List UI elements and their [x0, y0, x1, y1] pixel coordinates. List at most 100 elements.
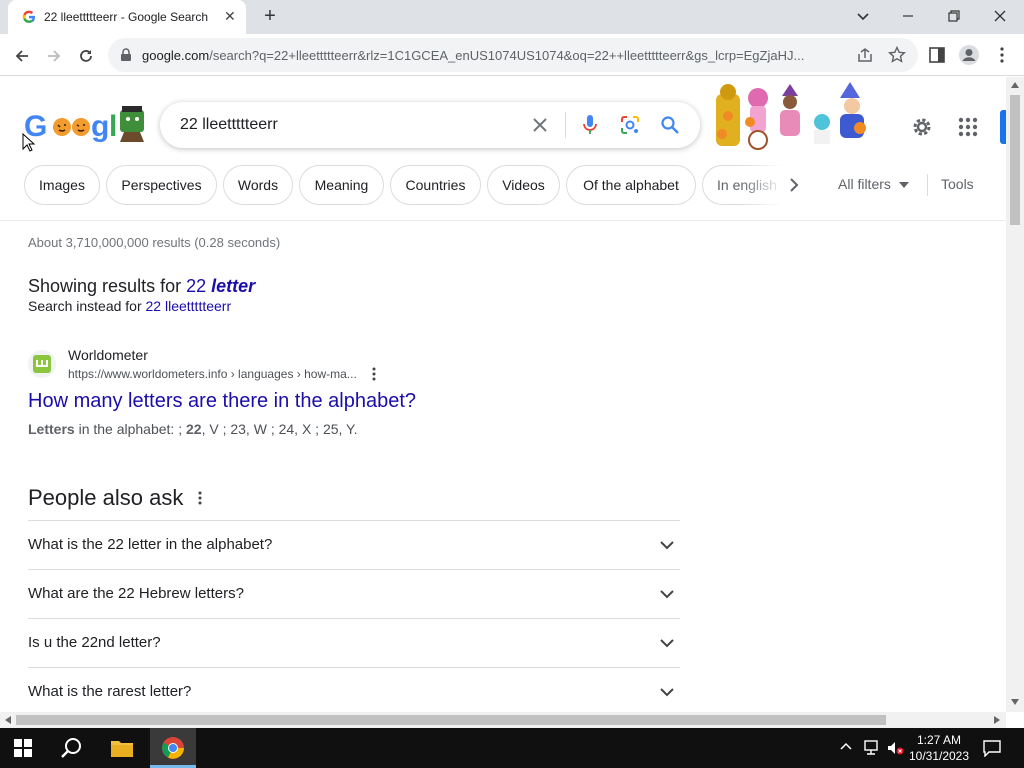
- result-snippet: Letters in the alphabet: ; 22, V ; 23, W…: [28, 421, 357, 437]
- search-instead-prefix: Search instead for: [28, 298, 146, 314]
- chip-countries[interactable]: Countries: [390, 165, 481, 205]
- url-path: /search?q=22+lleettttteerr&rlz=1C1GCEA_e…: [209, 48, 805, 63]
- scroll-down-arrow-icon[interactable]: [1011, 699, 1019, 705]
- url-text: google.com/search?q=22+lleettttteerr&rlz…: [142, 48, 846, 63]
- paa-heading: People also ask: [28, 485, 184, 510]
- google-doodle-logo[interactable]: G g l: [24, 100, 160, 146]
- url-host: google.com: [142, 48, 210, 63]
- tools-button[interactable]: Tools: [941, 176, 974, 192]
- settings-gear-icon[interactable]: [910, 115, 934, 139]
- chrome-taskbar-button[interactable]: [150, 728, 196, 768]
- vertical-scrollbar[interactable]: [1006, 77, 1024, 712]
- result-title-link[interactable]: How many letters are there in the alphab…: [28, 390, 416, 413]
- paa-more-options-icon[interactable]: [196, 490, 204, 506]
- chip-perspectives[interactable]: Perspectives: [106, 165, 217, 205]
- address-bar[interactable]: google.com/search?q=22+lleettttteerr&rlz…: [108, 38, 918, 72]
- results-stats: About 3,710,000,000 results (0.28 second…: [28, 235, 281, 250]
- voice-search-mic-icon[interactable]: [582, 114, 598, 136]
- profile-avatar-icon[interactable]: [958, 44, 980, 66]
- browser-title-bar: 22 lleettttteerr - Google Search ✕ +: [0, 0, 1024, 34]
- showing-results-line: Showing results for 22 letter: [28, 276, 255, 297]
- snippet-text-2: , V ; 23, W ; 24, X ; 25, Y.: [201, 421, 358, 437]
- search-input[interactable]: [180, 114, 510, 136]
- search-instead-line: Search instead for 22 lleettttteerr: [28, 298, 231, 314]
- horizontal-scroll-thumb[interactable]: [16, 715, 886, 725]
- svg-text:g: g: [91, 110, 109, 143]
- corrected-query-link[interactable]: 22 letter: [186, 276, 255, 296]
- chip-images[interactable]: Images: [24, 165, 100, 205]
- snippet-text-1: in the alphabet: ;: [74, 421, 186, 437]
- tab-close-icon[interactable]: ✕: [224, 8, 236, 25]
- search-divider: [565, 112, 566, 138]
- search-box[interactable]: [160, 102, 700, 148]
- taskbar-clock[interactable]: 1:27 AM 10/31/2023: [904, 732, 974, 764]
- google-apps-grid-icon[interactable]: [957, 116, 979, 138]
- forward-icon[interactable]: [44, 46, 64, 66]
- file-explorer-icon[interactable]: [110, 738, 134, 758]
- paa-question[interactable]: What is the 22 letter in the alphabet?: [28, 520, 680, 569]
- notifications-icon[interactable]: [983, 739, 1001, 757]
- chip-words[interactable]: Words: [223, 165, 293, 205]
- scroll-right-arrow-icon[interactable]: [994, 716, 1000, 724]
- browser-tab[interactable]: 22 lleettttteerr - Google Search ✕: [8, 0, 246, 34]
- chrome-icon: [162, 737, 184, 759]
- horizontal-scrollbar[interactable]: [0, 712, 1006, 728]
- tab-search-chevron-icon[interactable]: [853, 6, 873, 26]
- chevron-down-icon: [660, 639, 674, 648]
- worldometer-favicon: [28, 350, 56, 378]
- share-icon[interactable]: [856, 47, 874, 63]
- chip-of-the-alphabet[interactable]: Of the alphabet: [566, 165, 696, 205]
- scroll-left-arrow-icon[interactable]: [5, 716, 11, 724]
- chevron-down-icon: [660, 688, 674, 697]
- result-more-options-icon[interactable]: [370, 366, 378, 382]
- volume-muted-icon[interactable]: [886, 739, 904, 757]
- google-favicon-icon: [22, 10, 35, 23]
- search-submit-icon[interactable]: [660, 115, 680, 135]
- paa-question[interactable]: Is u the 22nd letter?: [28, 618, 680, 667]
- all-filters-label: All filters: [838, 176, 891, 192]
- chips-scroll-right-icon[interactable]: [786, 176, 802, 194]
- paa-question-text: What is the rarest letter?: [28, 683, 192, 700]
- network-icon[interactable]: [862, 740, 880, 756]
- tab-title: 22 lleettttteerr - Google Search: [44, 10, 209, 24]
- lock-icon[interactable]: [120, 48, 132, 62]
- google-lens-icon[interactable]: [620, 115, 640, 135]
- browser-toolbar: google.com/search?q=22+lleettttteerr&rlz…: [0, 34, 1024, 76]
- chip-meaning[interactable]: Meaning: [299, 165, 384, 205]
- filters-separator: [0, 220, 1006, 221]
- minimize-icon[interactable]: [898, 6, 918, 26]
- chevron-down-icon: [660, 541, 674, 550]
- svg-text:l: l: [109, 110, 117, 143]
- vertical-scroll-thumb[interactable]: [1010, 95, 1020, 225]
- chip-fade: [740, 165, 784, 205]
- worldometer-logo-icon: [33, 355, 51, 373]
- paa-question-text: Is u the 22nd letter?: [28, 634, 161, 651]
- showing-results-prefix: Showing results for: [28, 276, 187, 296]
- snippet-bold-letters: Letters: [28, 421, 75, 437]
- chevron-down-icon: [660, 590, 674, 599]
- reload-icon[interactable]: [76, 46, 96, 66]
- show-hidden-icons-chevron-icon[interactable]: [840, 742, 852, 750]
- scroll-up-arrow-icon[interactable]: [1011, 82, 1019, 88]
- all-filters-button[interactable]: All filters: [838, 176, 909, 192]
- halloween-doodle-image[interactable]: [712, 82, 872, 152]
- paa-question[interactable]: What is the rarest letter?: [28, 667, 680, 716]
- back-icon[interactable]: [12, 46, 32, 66]
- chip-videos[interactable]: Videos: [487, 165, 560, 205]
- original-query-link[interactable]: 22 lleettttteerr: [146, 298, 232, 314]
- side-panel-icon[interactable]: [928, 46, 946, 64]
- taskbar-search-icon[interactable]: [61, 737, 83, 759]
- windows-start-icon[interactable]: [14, 739, 32, 757]
- result-site-name: Worldometer: [68, 347, 148, 363]
- close-window-icon[interactable]: [990, 6, 1010, 26]
- clock-date: 10/31/2023: [908, 749, 970, 763]
- mouse-cursor-icon: [22, 133, 36, 152]
- new-tab-button[interactable]: +: [260, 5, 280, 28]
- chrome-menu-icon[interactable]: [996, 46, 1008, 64]
- clear-search-icon[interactable]: [532, 117, 548, 133]
- bookmark-star-icon[interactable]: [888, 46, 906, 64]
- clock-time: 1:27 AM: [916, 733, 962, 747]
- paa-question[interactable]: What are the 22 Hebrew letters?: [28, 569, 680, 618]
- result-site-url[interactable]: https://www.worldometers.info › language…: [68, 367, 357, 381]
- restore-icon[interactable]: [944, 6, 964, 26]
